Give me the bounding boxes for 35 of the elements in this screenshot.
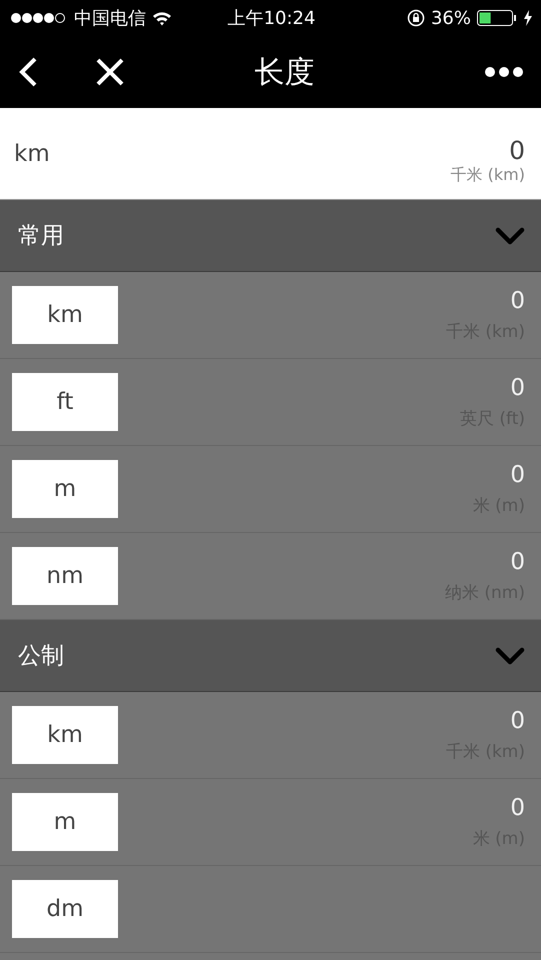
converted-value: 0 [510,374,525,400]
rotation-lock-icon [406,9,425,27]
section-title: 公制 [18,642,65,671]
charging-icon [523,10,533,26]
input-value[interactable]: 0 [509,136,525,164]
unit-button[interactable]: m [12,793,118,851]
converted-value: 0 [510,548,525,574]
unit-button[interactable]: dm [12,880,118,938]
unit-button[interactable]: ft [12,373,118,431]
section-title: 常用 [18,222,65,251]
converted-value: 0 [510,708,525,734]
battery-percent: 36% [430,8,471,28]
unit-button[interactable]: km [12,706,118,764]
page-title: 长度 [254,54,316,92]
section-header[interactable]: 常用 [0,200,541,272]
converted-value: 0 [510,288,525,314]
wifi-icon [152,10,172,26]
battery-icon [477,10,517,26]
section-header[interactable]: 公制 [0,620,541,692]
carrier-name: 中国电信 [74,7,146,30]
more-button[interactable] [485,67,523,77]
close-icon [96,58,124,86]
unit-label: km [14,140,50,166]
unit-button[interactable]: nm [12,547,118,605]
more-icon [485,67,523,77]
unit-button[interactable]: m [12,460,118,518]
back-button[interactable] [18,56,38,88]
back-icon [18,56,38,88]
converted-value: 0 [510,462,525,488]
signal-icon [10,11,68,25]
converted-value: 0 [510,794,525,820]
unit-name: 千米 (km) [450,164,525,186]
clock-time: 上午10:24 [228,7,316,30]
close-button[interactable] [96,58,124,86]
unit-button[interactable]: km [12,286,118,344]
